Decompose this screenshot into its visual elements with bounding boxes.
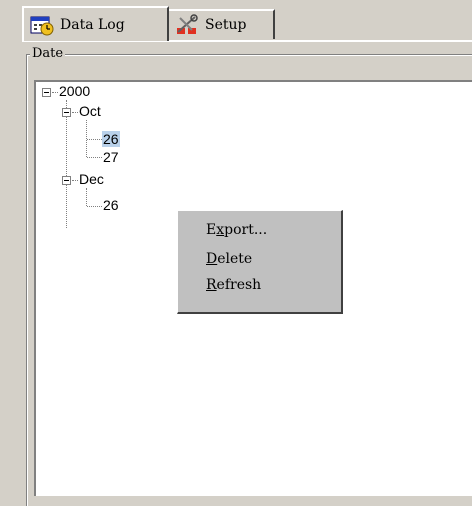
tree-node-year[interactable]: 2000 (59, 83, 90, 99)
tree-connector (87, 206, 102, 208)
tree-node-day[interactable]: 26 (103, 197, 119, 213)
context-menu: Export... Delete Refresh (177, 210, 343, 314)
tree-connector (87, 157, 102, 159)
calendar-clock-icon (30, 14, 54, 36)
menu-item-refresh[interactable]: Refresh (206, 274, 261, 296)
tree-node-day-selected[interactable]: 26 (102, 131, 120, 147)
tab-data-log-label: Data Log (60, 16, 125, 33)
application-window: Setup Data Log Date 2000 Oct 26 27 Dec 2… (0, 0, 472, 506)
menu-item-delete[interactable]: Delete (206, 248, 252, 270)
tree-node-month[interactable]: Oct (79, 103, 101, 119)
expand-collapse-icon[interactable] (42, 88, 51, 97)
tree-node-month[interactable]: Dec (79, 171, 104, 187)
date-group-label: Date (30, 46, 66, 61)
wrench-tools-icon (175, 14, 199, 36)
tree-connector (86, 188, 88, 206)
tree-node-day[interactable]: 27 (103, 149, 119, 165)
menu-item-export[interactable]: Export... (206, 219, 267, 241)
tree-connector (87, 139, 102, 141)
tab-data-log[interactable]: Data Log (22, 6, 169, 41)
tree-bottom-edge (34, 496, 472, 498)
tab-setup[interactable]: Setup (169, 9, 275, 39)
tree-connector (72, 112, 78, 114)
expand-collapse-icon[interactable] (62, 108, 71, 117)
expand-collapse-icon[interactable] (62, 176, 71, 185)
tree-connector (72, 180, 78, 182)
tree-connector (66, 100, 68, 228)
tree-connector (52, 92, 58, 94)
tab-setup-label: Setup (205, 17, 247, 33)
